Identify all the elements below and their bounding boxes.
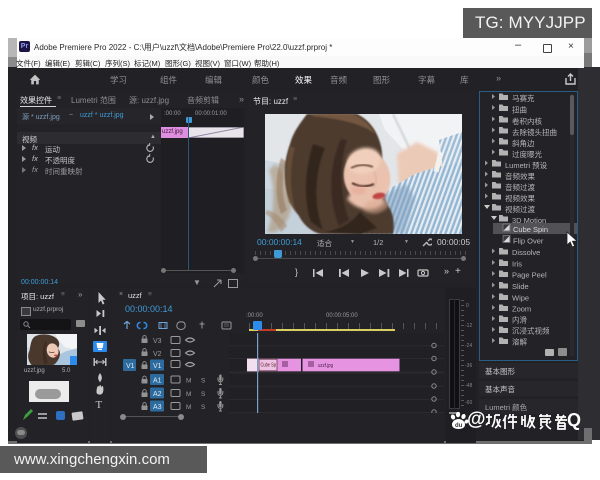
svg-text:S: S xyxy=(201,404,206,411)
svg-text:视频过渡: 视频过渡 xyxy=(505,204,535,214)
svg-text:Cube Spin: Cube Spin xyxy=(513,225,548,234)
svg-text:V1: V1 xyxy=(126,363,135,370)
svg-text:S: S xyxy=(201,378,206,385)
svg-text:Wipe: Wipe xyxy=(512,294,529,303)
svg-text:Page Peel: Page Peel xyxy=(512,271,547,280)
svg-text:3D Motion: 3D Motion xyxy=(512,216,546,225)
svg-text:内滑: 内滑 xyxy=(512,315,527,325)
svg-text:过度曝光: 过度曝光 xyxy=(512,149,542,159)
svg-text:du: du xyxy=(455,423,463,429)
svg-text:音频效果: 音频效果 xyxy=(505,171,535,181)
svg-text:沉浸式视频: 沉浸式视频 xyxy=(512,326,550,336)
svg-text:S: S xyxy=(201,391,206,398)
svg-text:Slide: Slide xyxy=(512,282,529,291)
svg-text:音频过渡: 音频过渡 xyxy=(505,182,535,192)
svg-text:Lumetri 预设: Lumetri 预设 xyxy=(505,160,548,170)
svg-text:Cube Sp: Cube Sp xyxy=(261,363,277,369)
svg-text:A3: A3 xyxy=(153,404,162,411)
svg-text:M: M xyxy=(186,391,191,398)
svg-text:视频效果: 视频效果 xyxy=(505,193,535,203)
svg-text:溶解: 溶解 xyxy=(512,337,527,347)
svg-text:Iris: Iris xyxy=(512,260,522,269)
svg-text:M: M xyxy=(186,404,191,411)
svg-text:V2: V2 xyxy=(153,351,162,358)
svg-text:A2: A2 xyxy=(153,391,162,398)
svg-text:去除镜头扭曲: 去除镜头扭曲 xyxy=(512,127,557,137)
svg-text:Flip Over: Flip Over xyxy=(513,237,544,246)
svg-text:A1: A1 xyxy=(153,378,162,385)
svg-text:T: T xyxy=(96,399,103,411)
svg-text:斜角边: 斜角边 xyxy=(512,138,535,148)
svg-text:扭曲: 扭曲 xyxy=(512,105,527,115)
svg-text:马赛克: 马赛克 xyxy=(512,93,535,103)
svg-text:uzzf.jpg: uzzf.jpg xyxy=(318,363,333,369)
svg-text:卷积内核: 卷积内核 xyxy=(512,116,542,126)
svg-text:M: M xyxy=(186,378,191,385)
svg-text:Zoom: Zoom xyxy=(512,305,531,314)
svg-text:V3: V3 xyxy=(153,338,162,345)
svg-text:V1: V1 xyxy=(153,363,162,370)
svg-text:Dissolve: Dissolve xyxy=(512,248,540,257)
